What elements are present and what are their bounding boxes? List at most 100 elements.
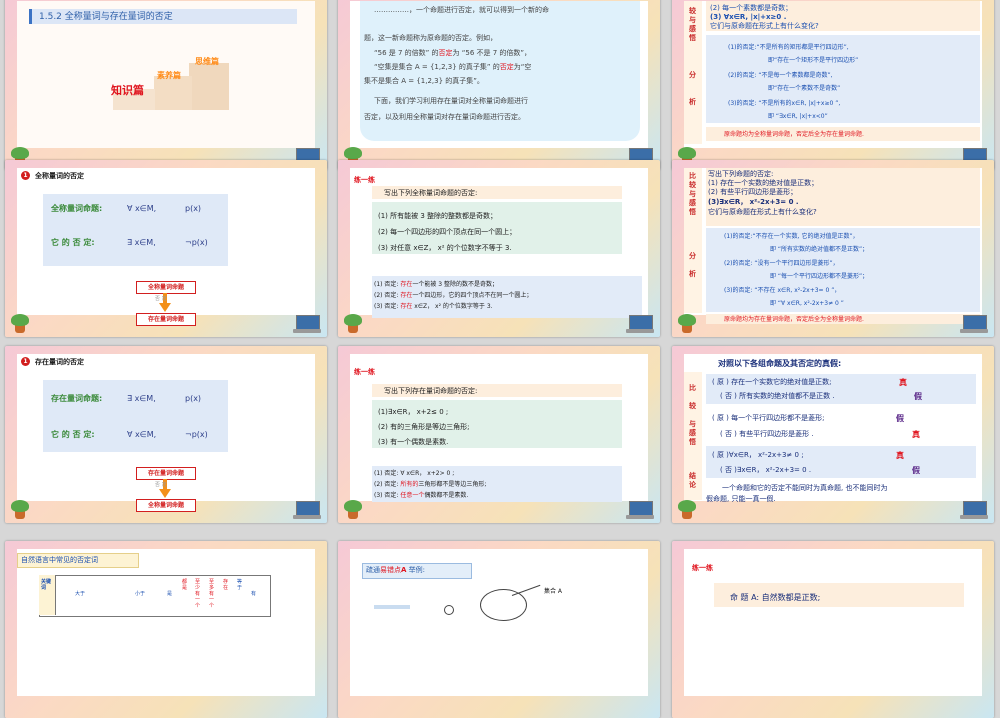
conclusion-line-1: 一个命题和它的否定不能同时为真命题, 也不能同时为 [722,484,888,492]
slide-thumbnail-7[interactable]: 1 存在量词的否定 存在量词命题: ∃ x∈M, p(x) 它 的 否 定: ∀… [5,346,327,523]
proposition-a: 命 题 A: 自然数都是正数; [730,593,821,602]
question-1: (1)∃x∈R， x+2≤ 0 ; [378,408,449,416]
analysis-line-1: (1)的否定:“不是所有的矩形都是平行四边形”, [728,44,849,51]
column-header-9: 有 [251,591,257,597]
question-2: (2) 每一个四边形的四个顶点在同一个圆上； [378,228,517,236]
answer-2: (2) 否定: 所有的三角形都不是等边三角形; [374,481,487,488]
answer-1: (1) 否定: 存在一个能被 3 整除的数不是奇数； [374,281,498,288]
slide-thumbnail-5[interactable]: 练一练 写出下列全称量词命题的否定: (1) 所有能被 3 整除的整数都是奇数；… [338,160,660,337]
flow-box-bottom: 全称量词命题 [136,499,196,512]
negation-quantifier: ∃ x∈M, [127,238,156,247]
original-1-truth: 真 [899,378,907,387]
analysis-line-2: 即“存在一个矩形不是平行四边形” [768,57,859,64]
negation-predicate: ¬p(x) [185,238,208,247]
paragraph-line-7: 否定，以及利用全称量词对存在量词命题进行否定。 [364,113,525,121]
slide-thumbnail-4[interactable]: 1 全称量词的否定 全称量词命题: ∀ x∈M, p(x) 它 的 否 定: ∃… [5,160,327,337]
answer-1: (1) 否定: ∀ x∈R， x+2> 0 ; [374,470,455,477]
slide-title: 1.5.2 全称量词与存在量词的否定 [39,12,173,22]
paragraph-line-3: “56 是 7 的倍数” 的否定为 “56 不是 7 的倍数”， [374,49,532,57]
column-header-6: 至多有一个 [209,579,215,609]
slide-thumbnail-6[interactable]: 比较与感悟 分析 写出下列命题的否定: (1) 存在一个实数的绝对值是正数； (… [672,160,994,337]
original-3: ( 原 )∀x∈R， x²-2x+3≠ 0 ; [712,451,804,459]
paragraph-line-1: ……………，一个命题进行否定，就可以得到一个新的命 [374,6,549,14]
negation-label: 它 的 否 定: [51,430,95,439]
laptop-icon [626,315,654,333]
slide-thumbnail-12[interactable]: 练一练 命 题 A: 自然数都是正数; [672,541,994,718]
side-label-analysis: 分析 [689,71,696,106]
section-title: 存在量词的否定 [35,358,84,366]
slide-thumbnail-9[interactable]: 对照以下各组命题及其否定的真假: 比较与感悟 结论 ( 原 ) 存在一个实数它的… [672,346,994,523]
bar-element [374,605,410,609]
analysis-line-2: 即 “所有实数的绝对值都不是正数”； [770,246,869,253]
step-label-2: 素养篇 [157,71,181,80]
plant-icon [676,497,698,519]
question-3: (3) 对任意 x∈Z， x² 的个位数字不等于 3. [378,244,512,252]
paragraph-line-6: 下面，我们学习利用存在量词对全称量词命题进行 [374,97,528,105]
column-header-1: 大于 [75,591,86,597]
slide-thumbnail-2[interactable]: ……………，一个命题进行否定，就可以得到一个新的命 题，这一新命题称为原命题的否… [338,0,660,170]
formula-panel [43,380,228,452]
analysis-line-1: (1)的否定:“不存在一个实数, 它的绝对值是正数”， [724,233,859,240]
table-row-header: 关键词 [41,579,52,591]
plant-icon [9,311,31,333]
laptop-icon [293,315,321,333]
set-label: 集合 A [544,588,563,595]
step-block-2 [154,76,192,110]
prompt-text: 写出下列存在量词命题的否定: [384,387,478,395]
flow-arrow-icon [159,489,171,498]
conclusion-text: 原命题均为存在量词命题，否定后全为全称量词命题. [724,316,864,323]
section-title: 全称量词的否定 [35,172,84,180]
column-header-7: 存在 [223,579,229,591]
step-block-3 [189,63,229,110]
step-label-3: 思维篇 [195,57,219,66]
original-1: ( 原 ) 存在一个实数它的绝对值是正数; [712,378,832,386]
small-circle [444,605,454,615]
original-2: ( 原 ) 每一个平行四边形都不是菱形; [712,414,825,422]
question-line-4: 它们与原命题在形式上有什么变化? [708,208,817,216]
negation-2-truth: 真 [912,430,920,439]
negation-quantifier: ∀ x∈M, [127,430,157,439]
answer-2: (2) 否定: 存在一个四边形，它的四个顶点不在同一个圆上； [374,292,533,299]
slide-thumbnail-11[interactable]: 疏通易错点A 举例: 集合 A [338,541,660,718]
slide-title: 对照以下各组命题及其否定的真假: [718,359,842,368]
analysis-line-3: (2)的否定: “没有一个平行四边形是菱形”， [724,260,839,267]
side-label-analysis: 分析 [689,252,696,278]
analysis-line-4: 即“存在一个素数不是奇数” [768,85,841,92]
slide-thumbnail-10[interactable]: 自然语言中常见的否定词 关键词 大于 小于 是 都是 至少有一个 至多有一个 存… [5,541,327,718]
negation-predicate: ¬p(x) [185,430,208,439]
column-header-8: 等于 [237,579,243,591]
plant-icon [342,497,364,519]
question-line-1: (1) 存在一个实数的绝对值是正数； [708,179,819,187]
slide-title: 自然语言中常见的否定词 [21,556,98,564]
plant-icon [342,311,364,333]
slide-thumbnail-1[interactable]: 1.5.2 全称量词与存在量词的否定 思维篇 素养篇 知识篇 [5,0,327,170]
conclusion-line-2: 假命题, 只能一真一假. [706,495,776,503]
existential-quantifier: ∃ x∈M, [127,394,156,403]
question-1: (1) 所有能被 3 整除的整数都是奇数； [378,212,498,220]
laptop-icon [960,315,988,333]
question-line-3: (3)∃x∈R， x²-2x+3= 0 . [708,198,799,206]
answer-3: (3) 否定: 任意一个偶数都不是素数. [374,492,469,499]
side-label-compare: 比较与感悟 [689,172,696,216]
slide-thumbnail-3[interactable]: 较与感悟 分析 (2) 每一个素数都是奇数； (3) ∀x∈R, |x|+x≥0… [672,0,994,170]
side-label-compare: 较与感悟 [689,7,696,42]
laptop-icon [626,501,654,519]
universal-quantifier: ∀ x∈M, [127,204,157,213]
step-label-1: 知识篇 [111,84,144,97]
original-2-truth: 假 [896,414,904,423]
practice-heading: 练一练 [354,176,375,184]
answer-3: (3) 否定: 存在 x∈Z， x² 的个位数字等于 3. [374,303,493,310]
conclusion-text: 原命题均为全称量词命题，否定后全为存在量词命题. [724,131,864,138]
column-header-3: 是 [167,591,173,597]
laptop-icon [293,501,321,519]
set-pointer-line [511,584,541,596]
slide-thumbnail-8[interactable]: 练一练 写出下列存在量词命题的否定: (1)∃x∈R， x+2≤ 0 ; (2)… [338,346,660,523]
question-line-3: (3) ∀x∈R, |x|+x≥0 . [710,13,787,21]
column-header-2: 小于 [135,591,146,597]
flow-label: 否 定 [155,296,167,302]
analysis-line-3: (2)的否定: “不是每一个素数都是奇数”, [728,72,833,79]
slide-title: 疏通易错点A 举例: [366,566,426,574]
column-header-4: 都是 [182,579,188,591]
negation-1: ( 否 ) 所有实数的绝对值都不是正数 . [720,392,835,400]
analysis-line-6: 即 “∀ x∈R, x²-2x+3≠ 0 ” [770,300,844,307]
